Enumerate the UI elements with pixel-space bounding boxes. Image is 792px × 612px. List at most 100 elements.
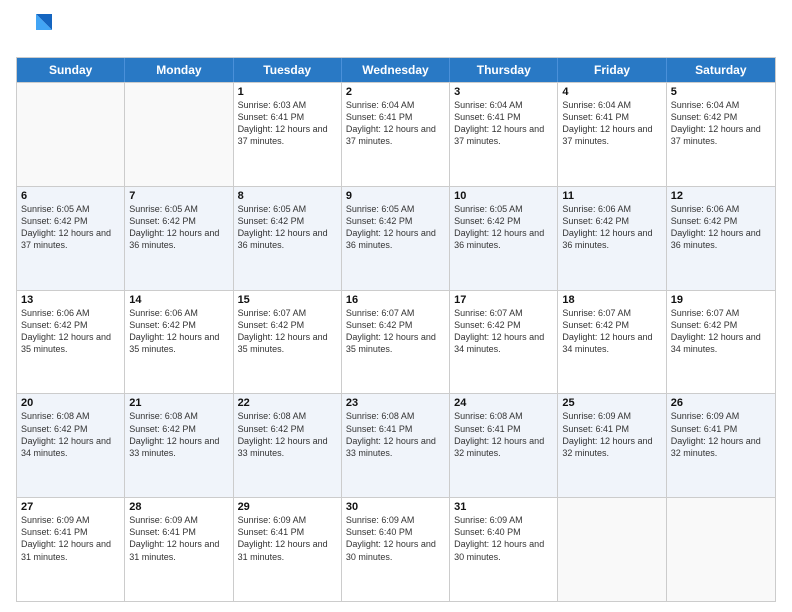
page: SundayMondayTuesdayWednesdayThursdayFrid… [0, 0, 792, 612]
day-number: 27 [21, 501, 120, 513]
cell-detail: Sunrise: 6:08 AMSunset: 6:41 PMDaylight:… [454, 410, 553, 459]
cell-detail: Sunrise: 6:06 AMSunset: 6:42 PMDaylight:… [21, 307, 120, 356]
day-cell-28: 28Sunrise: 6:09 AMSunset: 6:41 PMDayligh… [125, 498, 233, 601]
day-number: 24 [454, 397, 553, 409]
day-cell-31: 31Sunrise: 6:09 AMSunset: 6:40 PMDayligh… [450, 498, 558, 601]
week-row-5: 27Sunrise: 6:09 AMSunset: 6:41 PMDayligh… [17, 497, 775, 601]
cell-detail: Sunrise: 6:05 AMSunset: 6:42 PMDaylight:… [21, 203, 120, 252]
day-cell-14: 14Sunrise: 6:06 AMSunset: 6:42 PMDayligh… [125, 291, 233, 394]
cell-detail: Sunrise: 6:04 AMSunset: 6:41 PMDaylight:… [562, 99, 661, 148]
empty-cell [667, 498, 775, 601]
day-number: 26 [671, 397, 771, 409]
day-cell-23: 23Sunrise: 6:08 AMSunset: 6:41 PMDayligh… [342, 394, 450, 497]
cell-detail: Sunrise: 6:03 AMSunset: 6:41 PMDaylight:… [238, 99, 337, 148]
cell-detail: Sunrise: 6:04 AMSunset: 6:41 PMDaylight:… [454, 99, 553, 148]
day-cell-8: 8Sunrise: 6:05 AMSunset: 6:42 PMDaylight… [234, 187, 342, 290]
cell-detail: Sunrise: 6:04 AMSunset: 6:42 PMDaylight:… [671, 99, 771, 148]
day-number: 21 [129, 397, 228, 409]
day-number: 13 [21, 294, 120, 306]
cell-detail: Sunrise: 6:05 AMSunset: 6:42 PMDaylight:… [238, 203, 337, 252]
cell-detail: Sunrise: 6:09 AMSunset: 6:41 PMDaylight:… [562, 410, 661, 459]
calendar: SundayMondayTuesdayWednesdayThursdayFrid… [16, 57, 776, 602]
cell-detail: Sunrise: 6:07 AMSunset: 6:42 PMDaylight:… [238, 307, 337, 356]
day-number: 5 [671, 86, 771, 98]
cell-detail: Sunrise: 6:09 AMSunset: 6:41 PMDaylight:… [129, 514, 228, 563]
cell-detail: Sunrise: 6:08 AMSunset: 6:42 PMDaylight:… [21, 410, 120, 459]
day-number: 9 [346, 190, 445, 202]
cell-detail: Sunrise: 6:07 AMSunset: 6:42 PMDaylight:… [346, 307, 445, 356]
day-number: 8 [238, 190, 337, 202]
cell-detail: Sunrise: 6:06 AMSunset: 6:42 PMDaylight:… [562, 203, 661, 252]
day-cell-5: 5Sunrise: 6:04 AMSunset: 6:42 PMDaylight… [667, 83, 775, 186]
day-number: 4 [562, 86, 661, 98]
day-cell-3: 3Sunrise: 6:04 AMSunset: 6:41 PMDaylight… [450, 83, 558, 186]
day-number: 23 [346, 397, 445, 409]
weekday-header-sunday: Sunday [17, 58, 125, 82]
cell-detail: Sunrise: 6:06 AMSunset: 6:42 PMDaylight:… [671, 203, 771, 252]
day-cell-18: 18Sunrise: 6:07 AMSunset: 6:42 PMDayligh… [558, 291, 666, 394]
day-cell-26: 26Sunrise: 6:09 AMSunset: 6:41 PMDayligh… [667, 394, 775, 497]
logo-icon [16, 10, 52, 46]
day-cell-6: 6Sunrise: 6:05 AMSunset: 6:42 PMDaylight… [17, 187, 125, 290]
day-number: 11 [562, 190, 661, 202]
weekday-header-saturday: Saturday [667, 58, 775, 82]
day-cell-12: 12Sunrise: 6:06 AMSunset: 6:42 PMDayligh… [667, 187, 775, 290]
day-number: 7 [129, 190, 228, 202]
weekday-header-monday: Monday [125, 58, 233, 82]
weekday-header-thursday: Thursday [450, 58, 558, 82]
cell-detail: Sunrise: 6:09 AMSunset: 6:41 PMDaylight:… [671, 410, 771, 459]
day-cell-15: 15Sunrise: 6:07 AMSunset: 6:42 PMDayligh… [234, 291, 342, 394]
day-cell-9: 9Sunrise: 6:05 AMSunset: 6:42 PMDaylight… [342, 187, 450, 290]
day-cell-29: 29Sunrise: 6:09 AMSunset: 6:41 PMDayligh… [234, 498, 342, 601]
cell-detail: Sunrise: 6:08 AMSunset: 6:41 PMDaylight:… [346, 410, 445, 459]
weekday-header-tuesday: Tuesday [234, 58, 342, 82]
day-number: 25 [562, 397, 661, 409]
day-cell-13: 13Sunrise: 6:06 AMSunset: 6:42 PMDayligh… [17, 291, 125, 394]
day-number: 6 [21, 190, 120, 202]
cell-detail: Sunrise: 6:09 AMSunset: 6:40 PMDaylight:… [346, 514, 445, 563]
week-row-3: 13Sunrise: 6:06 AMSunset: 6:42 PMDayligh… [17, 290, 775, 394]
cell-detail: Sunrise: 6:08 AMSunset: 6:42 PMDaylight:… [238, 410, 337, 459]
cell-detail: Sunrise: 6:08 AMSunset: 6:42 PMDaylight:… [129, 410, 228, 459]
day-cell-30: 30Sunrise: 6:09 AMSunset: 6:40 PMDayligh… [342, 498, 450, 601]
day-number: 12 [671, 190, 771, 202]
day-number: 15 [238, 294, 337, 306]
day-cell-25: 25Sunrise: 6:09 AMSunset: 6:41 PMDayligh… [558, 394, 666, 497]
day-number: 31 [454, 501, 553, 513]
day-cell-11: 11Sunrise: 6:06 AMSunset: 6:42 PMDayligh… [558, 187, 666, 290]
day-cell-7: 7Sunrise: 6:05 AMSunset: 6:42 PMDaylight… [125, 187, 233, 290]
weekday-header-friday: Friday [558, 58, 666, 82]
week-row-4: 20Sunrise: 6:08 AMSunset: 6:42 PMDayligh… [17, 393, 775, 497]
day-number: 10 [454, 190, 553, 202]
day-number: 14 [129, 294, 228, 306]
day-cell-20: 20Sunrise: 6:08 AMSunset: 6:42 PMDayligh… [17, 394, 125, 497]
day-number: 16 [346, 294, 445, 306]
cell-detail: Sunrise: 6:07 AMSunset: 6:42 PMDaylight:… [671, 307, 771, 356]
weekday-header-wednesday: Wednesday [342, 58, 450, 82]
week-row-2: 6Sunrise: 6:05 AMSunset: 6:42 PMDaylight… [17, 186, 775, 290]
day-cell-22: 22Sunrise: 6:08 AMSunset: 6:42 PMDayligh… [234, 394, 342, 497]
cell-detail: Sunrise: 6:09 AMSunset: 6:41 PMDaylight:… [238, 514, 337, 563]
day-cell-4: 4Sunrise: 6:04 AMSunset: 6:41 PMDaylight… [558, 83, 666, 186]
cell-detail: Sunrise: 6:09 AMSunset: 6:41 PMDaylight:… [21, 514, 120, 563]
day-cell-27: 27Sunrise: 6:09 AMSunset: 6:41 PMDayligh… [17, 498, 125, 601]
day-number: 18 [562, 294, 661, 306]
day-cell-16: 16Sunrise: 6:07 AMSunset: 6:42 PMDayligh… [342, 291, 450, 394]
day-cell-1: 1Sunrise: 6:03 AMSunset: 6:41 PMDaylight… [234, 83, 342, 186]
day-cell-17: 17Sunrise: 6:07 AMSunset: 6:42 PMDayligh… [450, 291, 558, 394]
cell-detail: Sunrise: 6:04 AMSunset: 6:41 PMDaylight:… [346, 99, 445, 148]
calendar-body: 1Sunrise: 6:03 AMSunset: 6:41 PMDaylight… [17, 82, 775, 601]
empty-cell [125, 83, 233, 186]
cell-detail: Sunrise: 6:06 AMSunset: 6:42 PMDaylight:… [129, 307, 228, 356]
day-cell-24: 24Sunrise: 6:08 AMSunset: 6:41 PMDayligh… [450, 394, 558, 497]
logo [16, 10, 52, 51]
cell-detail: Sunrise: 6:05 AMSunset: 6:42 PMDaylight:… [129, 203, 228, 252]
cell-detail: Sunrise: 6:07 AMSunset: 6:42 PMDaylight:… [454, 307, 553, 356]
day-number: 1 [238, 86, 337, 98]
cell-detail: Sunrise: 6:05 AMSunset: 6:42 PMDaylight:… [454, 203, 553, 252]
day-number: 29 [238, 501, 337, 513]
day-number: 20 [21, 397, 120, 409]
calendar-header-row: SundayMondayTuesdayWednesdayThursdayFrid… [17, 58, 775, 82]
day-number: 30 [346, 501, 445, 513]
empty-cell [17, 83, 125, 186]
